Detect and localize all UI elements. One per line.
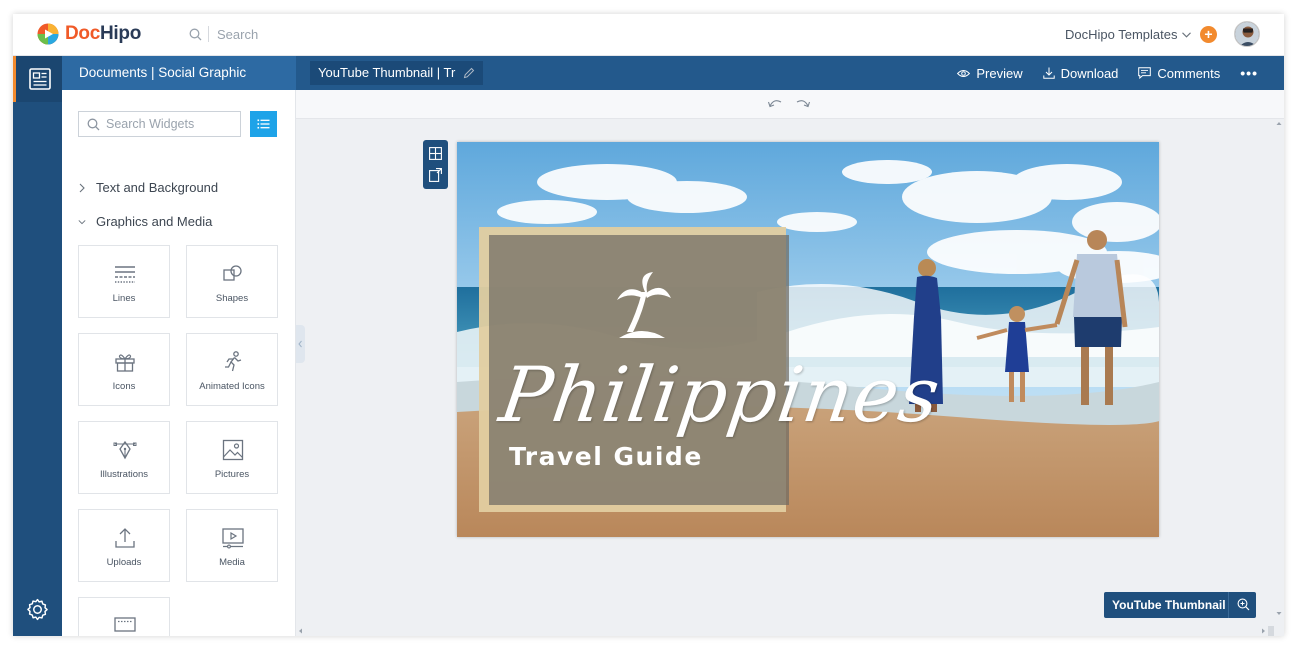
widget-tile-uploads[interactable]: Uploads: [78, 509, 170, 582]
undo-icon[interactable]: [767, 97, 783, 109]
widget-tile-lines[interactable]: Lines: [78, 245, 170, 318]
running-figure-icon: [225, 351, 242, 372]
user-avatar[interactable]: [1234, 21, 1260, 47]
breadcrumb[interactable]: Documents | Social Graphic: [62, 56, 296, 90]
chevron-right-icon: [79, 183, 85, 192]
canvas-size-label: YouTube Thumbnail: [1112, 598, 1226, 612]
top-search[interactable]: Search: [189, 26, 258, 42]
search-widgets-placeholder: Search Widgets: [106, 117, 195, 131]
beach-photo: [457, 142, 1159, 537]
shapes-icon: [223, 265, 242, 281]
search-separator: [208, 26, 209, 42]
keyboard-icon: [114, 617, 136, 632]
widget-tile-shapes[interactable]: Shapes: [186, 245, 278, 318]
design-artboard[interactable]: Philippines Travel Guide: [457, 142, 1159, 537]
media-play-icon: [222, 528, 244, 549]
canvas-size-badge[interactable]: YouTube Thumbnail: [1104, 592, 1256, 618]
app-window: DocHipo Search DocHipo Templates + Docum…: [13, 14, 1284, 636]
vertical-scrollbar[interactable]: [1274, 119, 1284, 636]
zoom-button[interactable]: [1228, 592, 1256, 618]
tile-label: Icons: [112, 381, 136, 392]
create-new-button[interactable]: +: [1200, 26, 1217, 43]
header-actions: Preview Download Comments •••: [957, 56, 1284, 90]
widget-tile-media[interactable]: Media: [186, 509, 278, 582]
logo-text-doc: Doc: [65, 23, 100, 44]
document-title: YouTube Thumbnail | Tr: [318, 65, 456, 80]
undo-redo-bar: [296, 90, 1284, 119]
section-graphics-and-media[interactable]: Graphics and Media: [78, 214, 212, 229]
lines-icon: [115, 266, 135, 283]
download-button[interactable]: Download: [1042, 65, 1119, 81]
preview-button[interactable]: Preview: [957, 65, 1023, 81]
document-title-field[interactable]: YouTube Thumbnail | Tr: [310, 61, 484, 85]
tile-label: Uploads: [106, 557, 142, 568]
tile-label: Lines: [112, 293, 136, 304]
comment-icon: [1138, 67, 1152, 79]
illustration-pen-icon: [113, 440, 137, 460]
resize-page-icon[interactable]: [429, 168, 442, 182]
comments-button[interactable]: Comments: [1138, 66, 1220, 81]
more-options-button[interactable]: •••: [1240, 65, 1258, 81]
search-icon: [87, 118, 100, 130]
search-widgets-input[interactable]: Search Widgets: [78, 111, 241, 137]
document-layout-icon: [29, 68, 51, 90]
dochipo-logo-icon: [37, 23, 59, 45]
widget-tile-icons[interactable]: Icons: [78, 333, 170, 406]
section-label: Graphics and Media: [96, 214, 213, 229]
widget-tile-illustrations[interactable]: Illustrations: [78, 421, 170, 494]
tile-label: Pictures: [214, 469, 250, 480]
templates-dropdown[interactable]: DocHipo Templates: [1065, 27, 1192, 42]
top-bar: DocHipo Search DocHipo Templates +: [13, 14, 1284, 56]
dochipo-logo[interactable]: DocHipo: [37, 23, 141, 45]
tile-label: Shapes: [215, 293, 249, 304]
picture-icon: [222, 439, 244, 461]
upload-icon: [115, 528, 135, 548]
section-label: Text and Background: [96, 180, 219, 195]
design-subheadline[interactable]: Travel Guide: [509, 442, 703, 471]
editor-header: Documents | Social Graphic YouTube Thumb…: [62, 56, 1284, 90]
rail-item-documents[interactable]: [13, 56, 62, 102]
download-label: Download: [1060, 65, 1119, 81]
preview-label: Preview: [976, 65, 1023, 81]
search-icon: [189, 28, 202, 40]
pencil-edit-icon[interactable]: [463, 67, 475, 79]
widget-tile-more[interactable]: [78, 597, 170, 636]
tile-label: Animated Icons: [199, 381, 265, 392]
comments-label: Comments: [1157, 65, 1221, 81]
tile-label: Illustrations: [99, 469, 149, 480]
gift-icon: [115, 354, 135, 372]
chevron-down-icon: [1182, 31, 1192, 38]
canvas-area: Philippines Travel Guide YouTube Thumbna…: [296, 90, 1284, 636]
templates-label: DocHipo Templates: [1065, 27, 1178, 42]
tile-label: Media: [219, 557, 245, 568]
section-text-and-background[interactable]: Text and Background: [78, 180, 218, 195]
list-view-button[interactable]: [250, 111, 277, 137]
chevron-left-icon: [298, 340, 302, 348]
list-view-icon: [257, 119, 270, 129]
logo-text: DocHipo: [65, 23, 141, 45]
chevron-down-icon: [78, 219, 86, 224]
logo-text-hipo: Hipo: [100, 23, 142, 44]
horizontal-scrollbar[interactable]: [296, 626, 1274, 636]
grid-icon[interactable]: [429, 147, 442, 160]
download-icon: [1042, 67, 1055, 79]
panel-collapse-handle[interactable]: [296, 325, 305, 363]
search-input[interactable]: Search: [217, 27, 258, 42]
eye-icon: [957, 69, 971, 77]
zoom-in-icon: [1237, 598, 1250, 611]
redo-icon[interactable]: [795, 97, 811, 109]
widget-panel: Search Widgets Text and Background Graph…: [62, 90, 296, 636]
design-headline[interactable]: Philippines: [495, 350, 946, 439]
user-photo-icon: [1235, 22, 1259, 46]
settings-gear-icon[interactable]: [25, 597, 50, 622]
widget-tile-pictures[interactable]: Pictures: [186, 421, 278, 494]
floating-toolbar: [423, 140, 448, 189]
left-icon-rail: [13, 56, 62, 636]
widget-tile-animated-icons[interactable]: Animated Icons: [186, 333, 278, 406]
